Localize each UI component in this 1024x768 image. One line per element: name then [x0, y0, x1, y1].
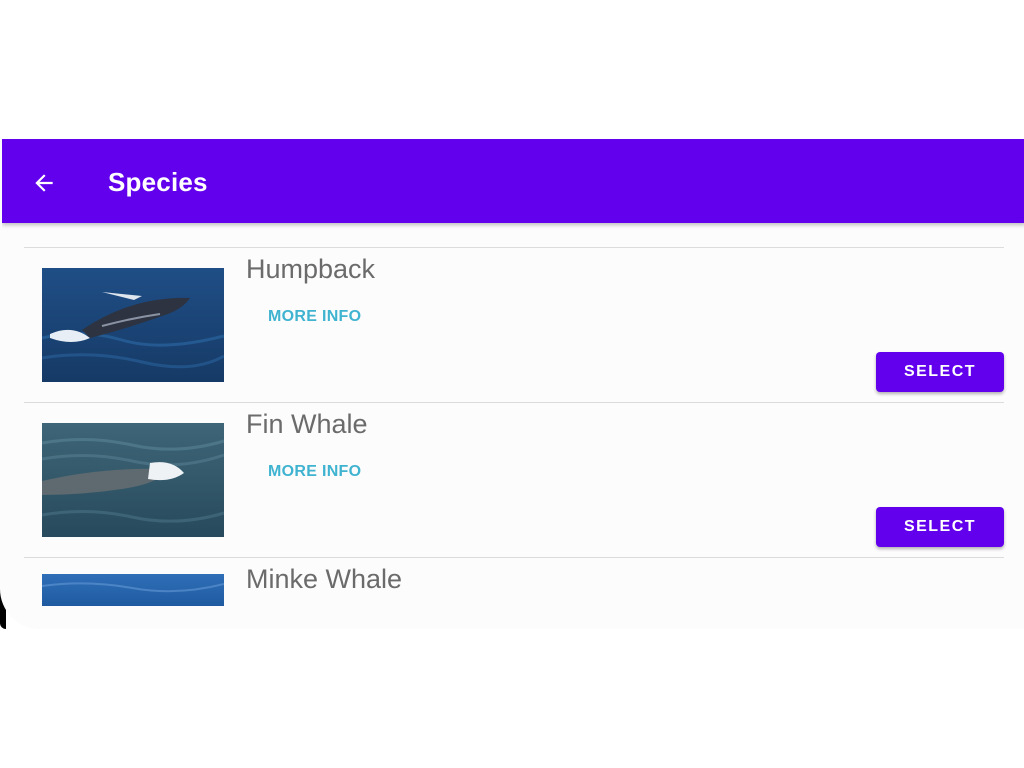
species-name: Humpback [246, 254, 376, 284]
humpback-whale-photo [42, 268, 224, 382]
list-item-fin-whale: Fin Whale MORE INFO SELECT [24, 402, 1004, 557]
species-name: Minke Whale [246, 564, 403, 594]
select-button[interactable]: SELECT [876, 352, 1004, 392]
list-item-minke-whale: Minke Whale [24, 557, 1004, 628]
more-info-button[interactable]: MORE INFO [260, 459, 369, 485]
minke-whale-photo [42, 574, 224, 606]
app-bar: Species [2, 139, 1024, 223]
species-name: Fin Whale [246, 409, 368, 439]
select-button[interactable]: SELECT [876, 507, 1004, 547]
page-title: Species [108, 167, 208, 197]
arrow-back-icon [35, 174, 53, 192]
more-info-button[interactable]: MORE INFO [260, 304, 369, 330]
app-screen: Species Humpback MORE INFO SELECT Fin Wh… [0, 139, 1024, 629]
screen-content: Species Humpback MORE INFO SELECT Fin Wh… [2, 139, 1024, 629]
back-button[interactable] [24, 163, 64, 203]
species-list: Humpback MORE INFO SELECT Fin Whale MORE… [24, 247, 1004, 628]
list-item-humpback: Humpback MORE INFO SELECT [24, 247, 1004, 402]
fin-whale-photo [42, 423, 224, 537]
